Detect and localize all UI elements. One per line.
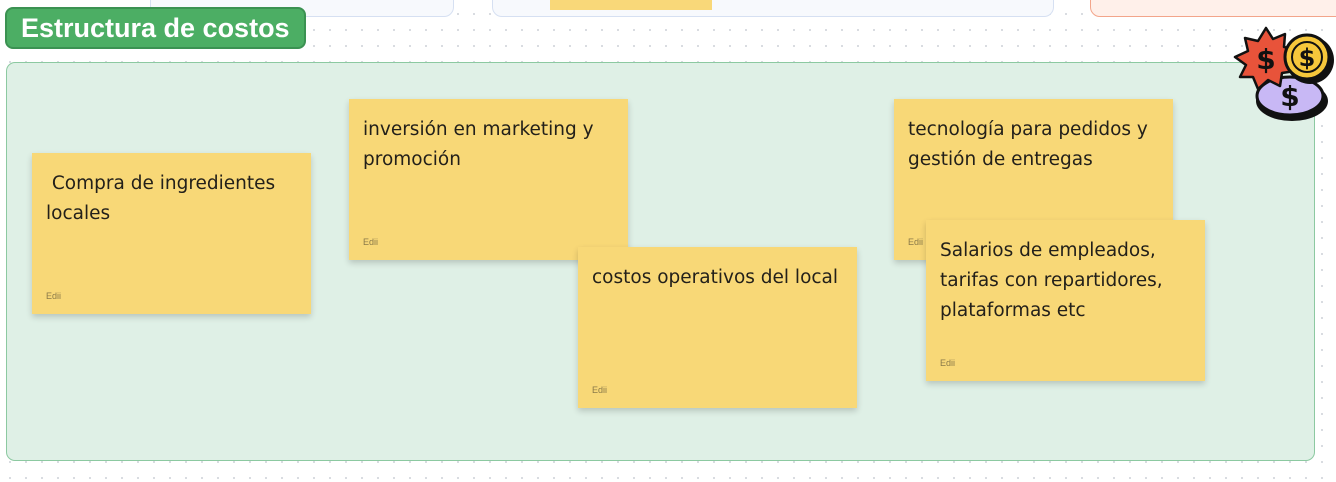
sticky-note-text: inversión en marketing y promoción (363, 119, 600, 170)
dollar-coins-icon[interactable]: $ $ $ (1222, 24, 1336, 124)
sticky-note-partial[interactable] (550, 0, 712, 10)
yellow-coin-symbol: $ (1299, 44, 1316, 72)
sticky-note[interactable]: costos operativos del local Edii (578, 247, 857, 408)
sticky-note-author: Edii (46, 291, 62, 301)
sticky-note-author: Edii (363, 237, 379, 247)
section-title[interactable]: Estructura de costos (5, 7, 306, 49)
sticky-note[interactable]: inversión en marketing y promoción Edii (349, 99, 628, 260)
sticky-note-text: tecnología para pedidos y gestión de ent… (908, 119, 1154, 170)
sticky-note-text: Salarios de empleados, tarifas con repar… (940, 240, 1169, 321)
board-card-top-right[interactable] (1090, 0, 1336, 17)
sticky-note-text: costos operativos del local (592, 267, 839, 288)
purple-coin-symbol: $ (1280, 80, 1299, 113)
sticky-note-author: Edii (592, 385, 608, 395)
red-coin-symbol: $ (1256, 43, 1275, 76)
sticky-note[interactable]: Salarios de empleados, tarifas con repar… (926, 220, 1205, 381)
sticky-note-author: Edii (940, 358, 956, 368)
sticky-note-author: Edii (908, 237, 924, 247)
sticky-note[interactable]: Compra de ingredientes locales Edii (32, 153, 311, 314)
sticky-note-text: Compra de ingredientes locales (46, 173, 282, 224)
